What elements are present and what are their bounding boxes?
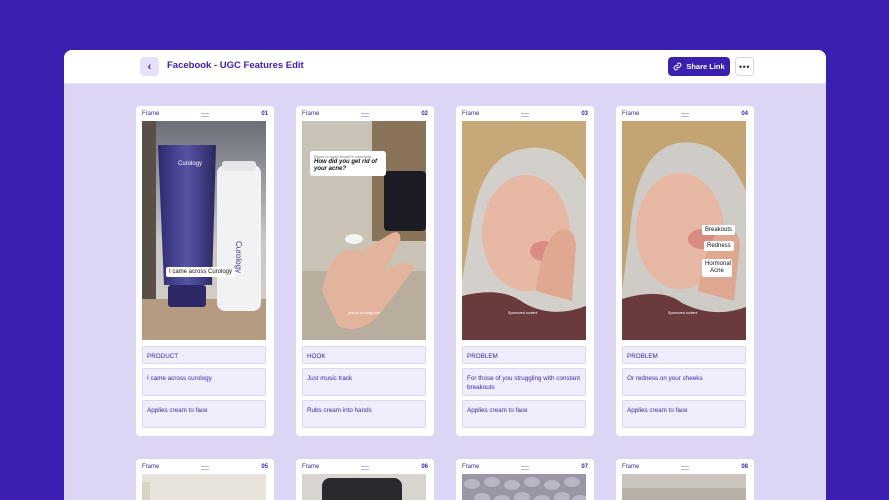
drag-handle-icon[interactable]	[201, 113, 209, 117]
reply-question: How did you get rid of your acne?	[314, 159, 377, 173]
frame-header: Frame 03	[462, 110, 588, 120]
drag-handle-icon[interactable]	[521, 113, 529, 117]
frame-header: Frame 07	[462, 463, 588, 473]
frame-header: Frame 01	[142, 110, 268, 120]
frame-label: Frame	[302, 464, 320, 470]
frame-card-07[interactable]: Frame 07	[456, 459, 594, 500]
action-field[interactable]: Rubs cream into hands	[302, 400, 426, 428]
section-tag[interactable]: PROBLEM	[462, 346, 586, 364]
drag-handle-icon[interactable]	[681, 466, 689, 470]
wood-texture-image	[622, 474, 746, 500]
room-image	[142, 474, 266, 500]
editor-window: ‹ Facebook - UGC Features Edit Share Lin…	[64, 50, 826, 500]
audio-field[interactable]: I came across curology	[142, 368, 266, 396]
frame-number: 03	[581, 111, 588, 117]
frame-label: Frame	[622, 111, 640, 117]
back-button[interactable]: ‹	[140, 57, 159, 76]
audio-field[interactable]: For those of you struggling with constan…	[462, 368, 586, 396]
frame-number: 01	[261, 111, 268, 117]
comment-reply-bubble: Reply to noah.lewis9's comment How did y…	[310, 151, 386, 177]
drag-handle-icon[interactable]	[521, 466, 529, 470]
frame-label: Frame	[622, 464, 640, 470]
share-link-button[interactable]: Share Link	[668, 57, 730, 76]
frame-number: 08	[741, 464, 748, 470]
text-overlay: Breakouts	[702, 225, 736, 235]
frame-number: 07	[581, 464, 588, 470]
text-overlay: Hormonal Acne	[702, 259, 732, 277]
audio-field[interactable]: Or redness on your cheeks	[622, 368, 746, 396]
action-field[interactable]: Applies cream to face	[142, 400, 266, 428]
frame-thumbnail[interactable]: Sponsored content	[462, 121, 586, 340]
frame-label: Frame	[462, 111, 480, 117]
frame-thumbnail[interactable]: Breakouts Redness Hormonal Acne Sponsore…	[622, 121, 746, 340]
frame-card-08[interactable]: Frame 08	[616, 459, 754, 500]
frame-number: 02	[421, 111, 428, 117]
more-options-button[interactable]: •••	[735, 57, 754, 76]
frame-header: Frame 02	[302, 110, 428, 120]
watermark-caption: Sponsored content	[668, 311, 698, 315]
text-overlay: I came across Curology	[166, 267, 236, 277]
drag-handle-icon[interactable]	[681, 113, 689, 117]
frame-label: Frame	[302, 111, 320, 117]
frame-thumbnail[interactable]	[142, 474, 266, 500]
more-horizontal-icon: •••	[739, 61, 750, 72]
frame-thumbnail[interactable]	[302, 474, 426, 500]
frame-number: 04	[741, 111, 748, 117]
product-image	[302, 474, 426, 500]
action-field[interactable]: Applies cream to face	[462, 400, 586, 428]
frame-header: Frame 05	[142, 463, 268, 473]
watermark-caption: person curology.com	[348, 311, 381, 315]
section-tag[interactable]: HOOK	[302, 346, 426, 364]
frame-thumbnail[interactable]	[462, 474, 586, 500]
frame-number: 06	[421, 464, 428, 470]
drag-handle-icon[interactable]	[361, 466, 369, 470]
frame-thumbnail[interactable]: Reply to noah.lewis9's comment How did y…	[302, 121, 426, 340]
share-link-label: Share Link	[686, 62, 725, 71]
drag-handle-icon[interactable]	[361, 113, 369, 117]
action-field[interactable]: Applies cream to face	[622, 400, 746, 428]
frame-card-01[interactable]: Frame 01 Curology Curology I came across…	[136, 106, 274, 436]
section-tag[interactable]: PRODUCT	[142, 346, 266, 364]
frame-card-06[interactable]: Frame 06	[296, 459, 434, 500]
watermark-caption: Sponsored content	[508, 311, 538, 315]
frame-card-04[interactable]: Frame 04 Breakouts Redness Hormonal Acne…	[616, 106, 754, 436]
audio-field[interactable]: Just music track	[302, 368, 426, 396]
text-overlay: Redness	[704, 241, 734, 251]
curology-product-image: Curology Curology	[142, 121, 266, 340]
frame-label: Frame	[142, 464, 160, 470]
frame-header: Frame 04	[622, 110, 748, 120]
svg-text:Curology: Curology	[234, 241, 243, 273]
link-icon	[673, 62, 682, 71]
frame-card-05[interactable]: Frame 05	[136, 459, 274, 500]
frame-card-02[interactable]: Frame 02 Reply to noah.lewis9's comment …	[296, 106, 434, 436]
section-tag[interactable]: PROBLEM	[622, 346, 746, 364]
frame-thumbnail[interactable]: Curology Curology I came across Curology	[142, 121, 266, 340]
drag-handle-icon[interactable]	[201, 466, 209, 470]
chevron-left-icon: ‹	[147, 60, 152, 73]
face-closeup-image	[462, 121, 586, 340]
frame-label: Frame	[142, 111, 160, 117]
frame-card-03[interactable]: Frame 03 Sponsored content PROBLEM For t…	[456, 106, 594, 436]
top-bar: ‹ Facebook - UGC Features Edit Share Lin…	[64, 50, 826, 84]
frame-header: Frame 06	[302, 463, 428, 473]
frame-thumbnail[interactable]	[622, 474, 746, 500]
brand-text: Curology	[178, 161, 202, 167]
texture-image	[462, 474, 586, 500]
frame-number: 05	[261, 464, 268, 470]
frame-header: Frame 08	[622, 463, 748, 473]
page-title: Facebook - UGC Features Edit	[167, 60, 304, 71]
frame-label: Frame	[462, 464, 480, 470]
